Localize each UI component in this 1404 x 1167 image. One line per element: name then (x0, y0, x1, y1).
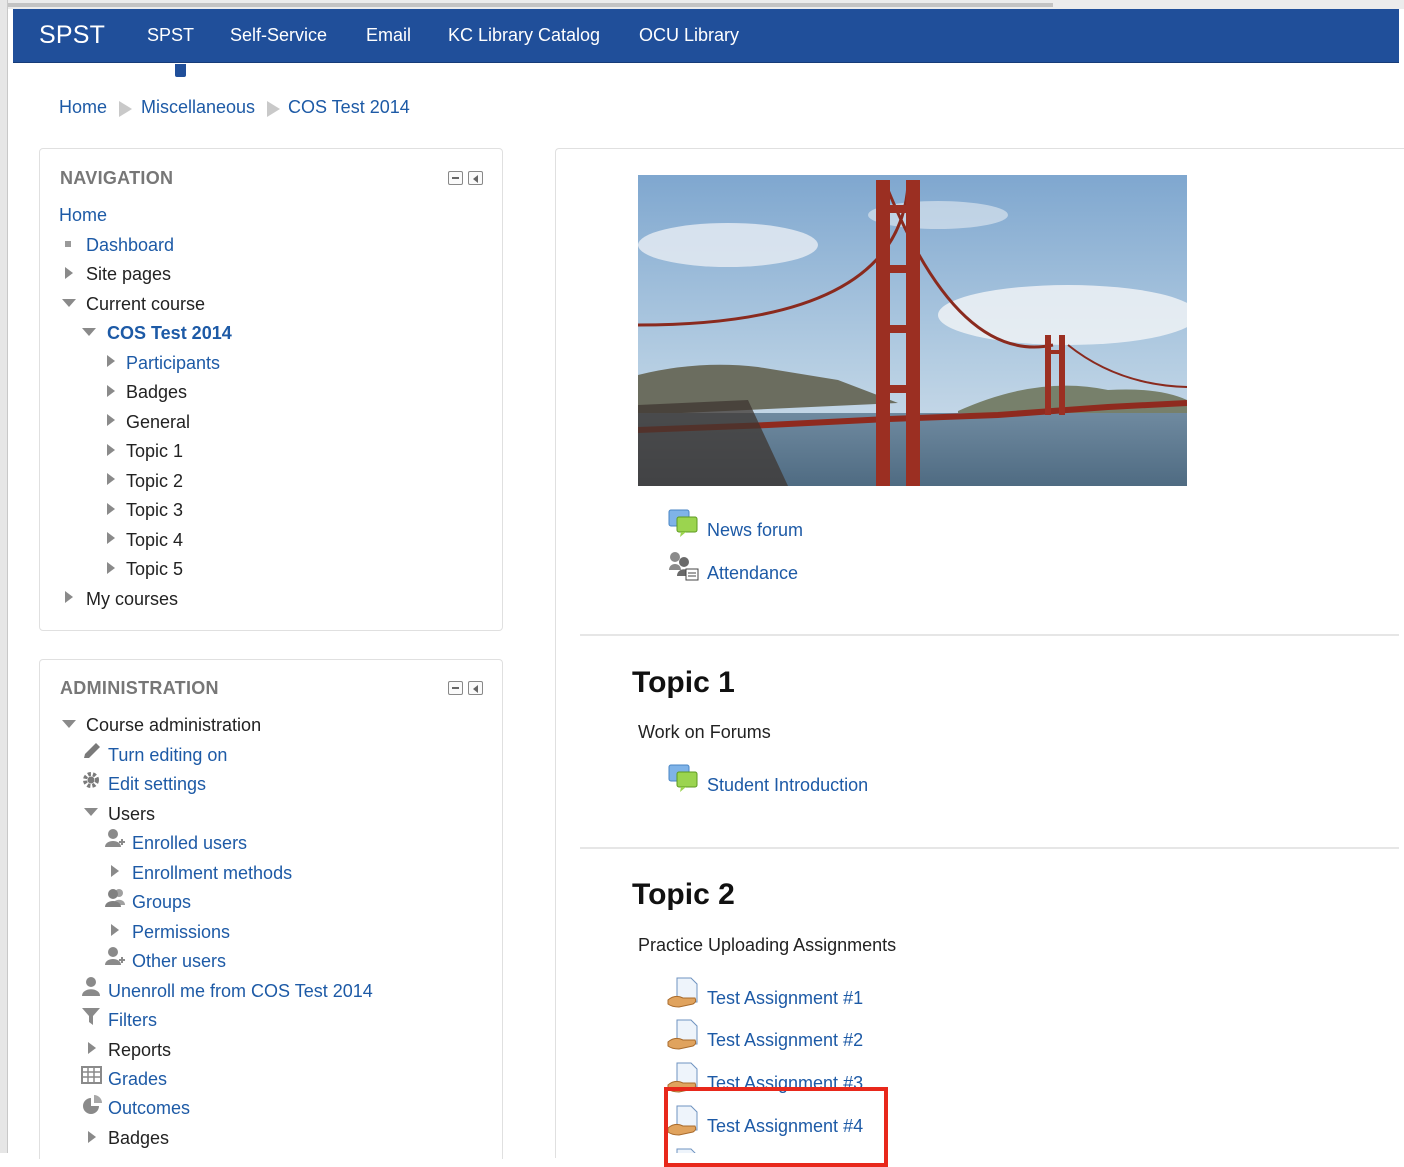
nav-topic-4[interactable]: Topic 4 (126, 530, 183, 551)
nav-course-cos-test-2014[interactable]: COS Test 2014 (107, 323, 232, 344)
admin-turn-editing-on[interactable]: Turn editing on (108, 745, 227, 766)
bullet-icon (65, 241, 71, 247)
nav-link-ocu-library[interactable]: OCU Library (639, 25, 739, 46)
activity-news-forum[interactable]: News forum (707, 520, 803, 541)
admin-permissions[interactable]: Permissions (132, 922, 230, 943)
nav-dashboard[interactable]: Dashboard (86, 235, 174, 256)
nav-site-pages[interactable]: Site pages (86, 264, 171, 285)
brand-logo[interactable]: SPST (39, 21, 105, 50)
breadcrumb-separator-icon (267, 101, 280, 117)
topic-2-summary: Practice Uploading Assignments (638, 935, 897, 955)
admin-grades[interactable]: Grades (108, 1069, 167, 1090)
topic-1-heading: Topic 1 (632, 666, 735, 699)
navbar-marker (175, 64, 186, 77)
attendance-icon (669, 552, 699, 581)
nav-topic-3[interactable]: Topic 3 (126, 500, 183, 521)
nav-participants[interactable]: Participants (126, 353, 220, 374)
admin-enrolled-users[interactable]: Enrolled users (132, 833, 247, 854)
expand-arrow-icon[interactable] (107, 414, 115, 426)
nav-link-kc-library-catalog[interactable]: KC Library Catalog (448, 25, 600, 46)
nav-current-course[interactable]: Current course (86, 294, 205, 315)
nav-link-spst[interactable]: SPST (147, 25, 194, 46)
expand-arrow-icon[interactable] (111, 924, 119, 936)
topic-2-heading: Topic 2 (632, 878, 735, 911)
admin-reports[interactable]: Reports (108, 1040, 171, 1061)
assignment-icon (667, 1019, 698, 1050)
activity-attendance[interactable]: Attendance (707, 563, 798, 584)
window-left-edge (0, 0, 8, 1153)
admin-edit-settings[interactable]: Edit settings (108, 774, 206, 795)
section-divider (580, 634, 1399, 636)
topic-1-summary: Work on Forums (638, 722, 771, 742)
other-users-icon (105, 947, 125, 965)
nav-general[interactable]: General (126, 412, 190, 433)
nav-link-email[interactable]: Email (366, 25, 411, 46)
activity-test-assignment-1[interactable]: Test Assignment #1 (707, 988, 863, 1009)
outcomes-icon (83, 1095, 102, 1114)
pencil-icon (84, 743, 100, 758)
expand-arrow-icon[interactable] (65, 591, 73, 603)
expand-arrow-icon[interactable] (107, 385, 115, 397)
breadcrumb-home[interactable]: Home (59, 97, 107, 118)
admin-enrollment-methods[interactable]: Enrollment methods (132, 863, 292, 884)
collapse-arrow-icon[interactable] (62, 720, 76, 728)
golden-gate-bridge-image (638, 175, 1187, 486)
user-icon (82, 977, 100, 996)
gear-icon (83, 772, 99, 788)
groups-icon (105, 889, 125, 907)
dock-block-icon[interactable] (468, 681, 483, 695)
nav-topic-2[interactable]: Topic 2 (126, 471, 183, 492)
nav-my-courses[interactable]: My courses (86, 589, 178, 610)
grades-icon (81, 1066, 102, 1084)
collapse-arrow-icon[interactable] (62, 299, 76, 307)
admin-filters[interactable]: Filters (108, 1010, 157, 1031)
admin-unenroll[interactable]: Unenroll me from COS Test 2014 (108, 981, 373, 1002)
expand-arrow-icon[interactable] (111, 865, 119, 877)
activity-test-assignment-2[interactable]: Test Assignment #2 (707, 1030, 863, 1051)
admin-outcomes[interactable]: Outcomes (108, 1098, 190, 1119)
nav-link-self-service[interactable]: Self-Service (230, 25, 327, 46)
expand-arrow-icon[interactable] (88, 1042, 96, 1054)
assignment-icon (667, 977, 698, 1008)
window-top-strip (8, 0, 1404, 9)
forum-icon (668, 764, 698, 792)
admin-other-users[interactable]: Other users (132, 951, 226, 972)
nav-home[interactable]: Home (59, 205, 107, 226)
administration-block-title: ADMINISTRATION (60, 678, 219, 698)
activity-student-introduction[interactable]: Student Introduction (707, 775, 868, 796)
expand-arrow-icon[interactable] (107, 473, 115, 485)
breadcrumb-course[interactable]: COS Test 2014 (288, 97, 410, 118)
collapse-arrow-icon[interactable] (84, 808, 98, 816)
breadcrumb-miscellaneous[interactable]: Miscellaneous (141, 97, 255, 118)
collapse-arrow-icon[interactable] (82, 328, 96, 336)
collapse-block-icon[interactable] (448, 171, 463, 185)
forum-icon (668, 509, 698, 537)
top-navbar: SPST SPST Self-Service Email KC Library … (13, 9, 1399, 63)
navigation-block-title: NAVIGATION (60, 168, 174, 188)
breadcrumb-separator-icon (119, 101, 132, 117)
nav-topic-5[interactable]: Topic 5 (126, 559, 183, 580)
admin-badges[interactable]: Badges (108, 1128, 169, 1149)
expand-arrow-icon[interactable] (107, 503, 115, 515)
expand-arrow-icon[interactable] (107, 444, 115, 456)
enrolled-users-icon (105, 829, 125, 847)
nav-badges[interactable]: Badges (126, 382, 187, 403)
expand-arrow-icon[interactable] (107, 562, 115, 574)
admin-course-administration[interactable]: Course administration (86, 715, 261, 736)
highlight-box (664, 1087, 888, 1167)
collapse-block-icon[interactable] (448, 681, 463, 695)
expand-arrow-icon[interactable] (107, 532, 115, 544)
admin-users[interactable]: Users (108, 804, 155, 825)
scroll-strip (8, 3, 1053, 7)
expand-arrow-icon[interactable] (65, 267, 73, 279)
filter-icon (82, 1008, 100, 1025)
admin-groups[interactable]: Groups (132, 892, 191, 913)
nav-topic-1[interactable]: Topic 1 (126, 441, 183, 462)
section-divider (580, 847, 1399, 849)
dock-block-icon[interactable] (468, 171, 483, 185)
expand-arrow-icon[interactable] (88, 1131, 96, 1143)
expand-arrow-icon[interactable] (107, 355, 115, 367)
